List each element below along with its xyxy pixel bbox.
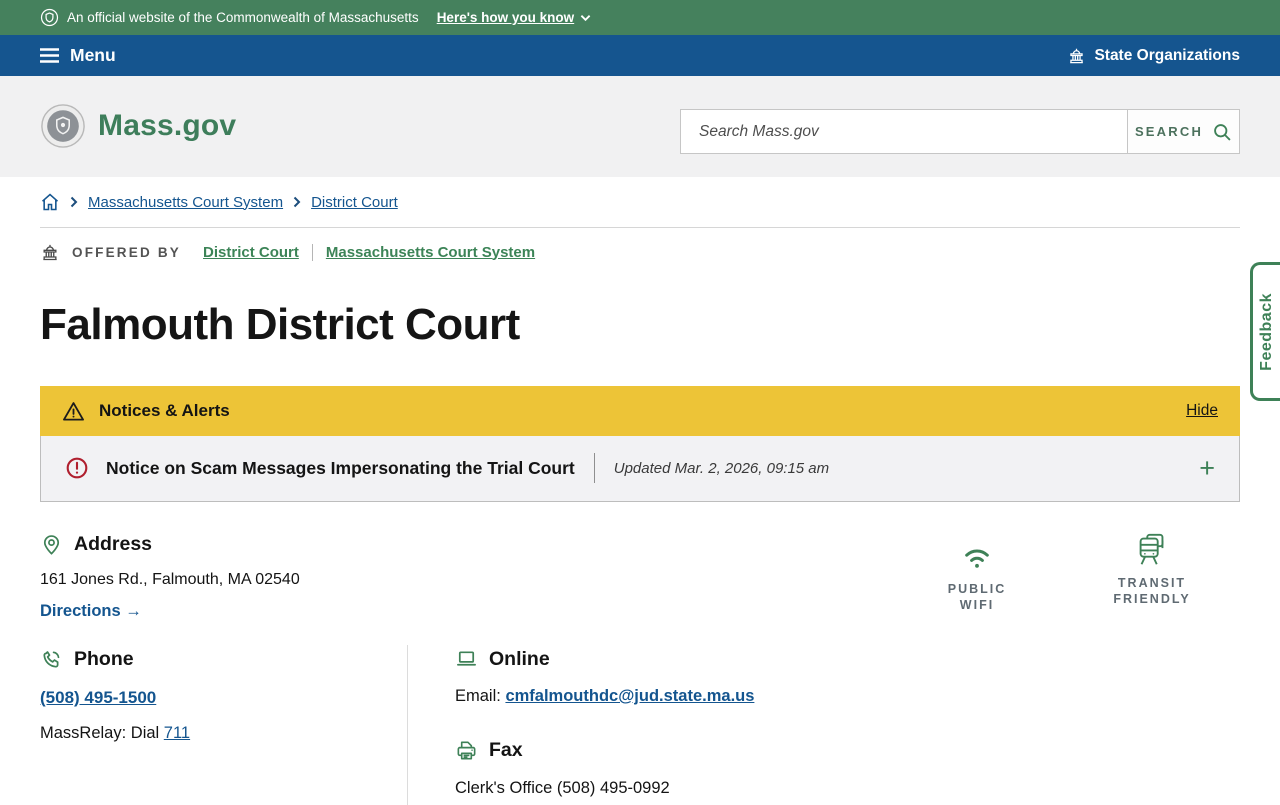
phone-number-link[interactable]: (508) 495-1500 xyxy=(40,688,156,708)
capitol-icon xyxy=(43,244,57,261)
address-text: 161 Jones Rd., Falmouth, MA 02540 xyxy=(40,571,300,588)
official-banner-text: An official website of the Commonwealth … xyxy=(67,10,419,25)
notices-alerts-block: Notices & Alerts Hide Notice on Scam Mes… xyxy=(40,386,1240,502)
site-header: Mass.gov SEARCH xyxy=(0,76,1280,177)
notice-divider xyxy=(593,453,595,483)
page-title: Falmouth District Court xyxy=(40,300,520,349)
directions-link[interactable]: Directions → xyxy=(40,602,142,621)
chevron-down-icon xyxy=(580,14,591,21)
public-wifi-badge: PUBLIC WIFI xyxy=(917,537,1037,613)
state-organizations-link[interactable]: State Organizations xyxy=(1067,46,1240,65)
menu-button[interactable]: Menu xyxy=(40,45,116,66)
offered-by-court-system-link[interactable]: Massachusetts Court System xyxy=(326,244,535,261)
search-icon xyxy=(1214,123,1231,141)
feedback-label: Feedback xyxy=(1257,292,1275,371)
heres-how-you-know-link[interactable]: Here's how you know xyxy=(437,10,592,25)
search-button-label: SEARCH xyxy=(1134,124,1204,139)
column-divider xyxy=(407,645,408,805)
alert-notice-row: Notice on Scam Messages Impersonating th… xyxy=(41,435,1239,501)
transit-icon xyxy=(1139,533,1164,565)
offered-by-district-court-link[interactable]: District Court xyxy=(203,244,299,261)
transit-friendly-label: TRANSIT FRIENDLY xyxy=(1113,576,1191,606)
notice-title-link[interactable]: Notice on Scam Messages Impersonating th… xyxy=(106,458,575,479)
phone-heading: Phone xyxy=(74,648,134,670)
phone-icon xyxy=(43,651,60,668)
directions-label: Directions xyxy=(40,602,121,620)
address-section: Address 161 Jones Rd., Falmouth, MA 0254… xyxy=(40,533,300,621)
search-button[interactable]: SEARCH xyxy=(1127,110,1239,153)
laptop-icon xyxy=(457,651,476,666)
transit-friendly-badge: TRANSIT FRIENDLY xyxy=(1092,531,1212,607)
notices-alerts-header: Notices & Alerts Hide xyxy=(40,386,1240,436)
massrelay-line: MassRelay: Dial 711 xyxy=(40,724,190,743)
massrelay-text: MassRelay: Dial xyxy=(40,724,160,742)
menu-label: Menu xyxy=(70,45,116,65)
alert-exclamation-icon xyxy=(66,457,88,479)
address-heading: Address xyxy=(74,533,153,555)
capitol-icon xyxy=(1070,48,1084,64)
breadcrumb-divider xyxy=(40,227,1240,228)
email-label: Email: xyxy=(455,687,501,705)
online-section: Online Email: cmfalmouthdc@jud.state.ma.… xyxy=(455,648,754,798)
online-heading: Online xyxy=(489,648,550,670)
wifi-icon xyxy=(965,549,989,568)
hide-alerts-link[interactable]: Hide xyxy=(1186,402,1218,420)
chevron-right-icon xyxy=(293,196,301,208)
heres-how-you-know-label: Here's how you know xyxy=(436,10,575,25)
offered-by-label: OFFERED BY xyxy=(72,244,182,260)
email-link[interactable]: cmfalmouthdc@jud.state.ma.us xyxy=(505,687,754,705)
massgov-logo[interactable]: Mass.gov xyxy=(40,103,236,149)
notices-alerts-title: Notices & Alerts xyxy=(99,401,230,420)
expand-notice-button[interactable]: + xyxy=(1199,452,1215,483)
official-banner: An official website of the Commonwealth … xyxy=(0,0,1280,35)
search-box: SEARCH xyxy=(680,109,1240,154)
state-seal-icon xyxy=(40,8,59,27)
main-nav-bar: Menu State Organizations xyxy=(0,35,1280,76)
phone-section: Phone (508) 495-1500 MassRelay: Dial 711 xyxy=(40,648,190,743)
massgov-seal-icon xyxy=(41,104,85,148)
home-icon[interactable] xyxy=(40,192,60,212)
hamburger-icon xyxy=(40,48,59,63)
feedback-tab[interactable]: Feedback xyxy=(1250,262,1280,401)
arrow-right-icon: → xyxy=(125,602,142,620)
search-input[interactable] xyxy=(681,110,1127,153)
fax-heading: Fax xyxy=(489,739,523,761)
offered-by-row: OFFERED BY District Court Massachusetts … xyxy=(40,242,535,262)
fax-clerk-line: Clerk's Office (508) 495-0992 xyxy=(455,779,670,797)
breadcrumb-court-system-link[interactable]: Massachusetts Court System xyxy=(88,194,283,211)
fax-icon xyxy=(457,741,476,760)
breadcrumb-district-court-link[interactable]: District Court xyxy=(311,194,398,211)
plus-icon: + xyxy=(1199,452,1215,483)
email-line: Email: cmfalmouthdc@jud.state.ma.us xyxy=(455,687,754,706)
offered-by-separator xyxy=(311,243,313,261)
notice-updated-timestamp: Updated Mar. 2, 2026, 09:15 am xyxy=(613,459,830,477)
warning-triangle-icon xyxy=(63,401,84,421)
public-wifi-label: PUBLIC WIFI xyxy=(947,582,1007,612)
breadcrumb: Massachusetts Court System District Cour… xyxy=(40,192,398,212)
chevron-right-icon xyxy=(70,196,78,208)
fax-section: Fax xyxy=(455,739,754,762)
map-pin-icon xyxy=(43,535,60,555)
massrelay-711-link[interactable]: 711 xyxy=(164,724,190,742)
massgov-logo-text: Mass.gov xyxy=(98,109,237,142)
state-organizations-label: State Organizations xyxy=(1094,46,1240,64)
